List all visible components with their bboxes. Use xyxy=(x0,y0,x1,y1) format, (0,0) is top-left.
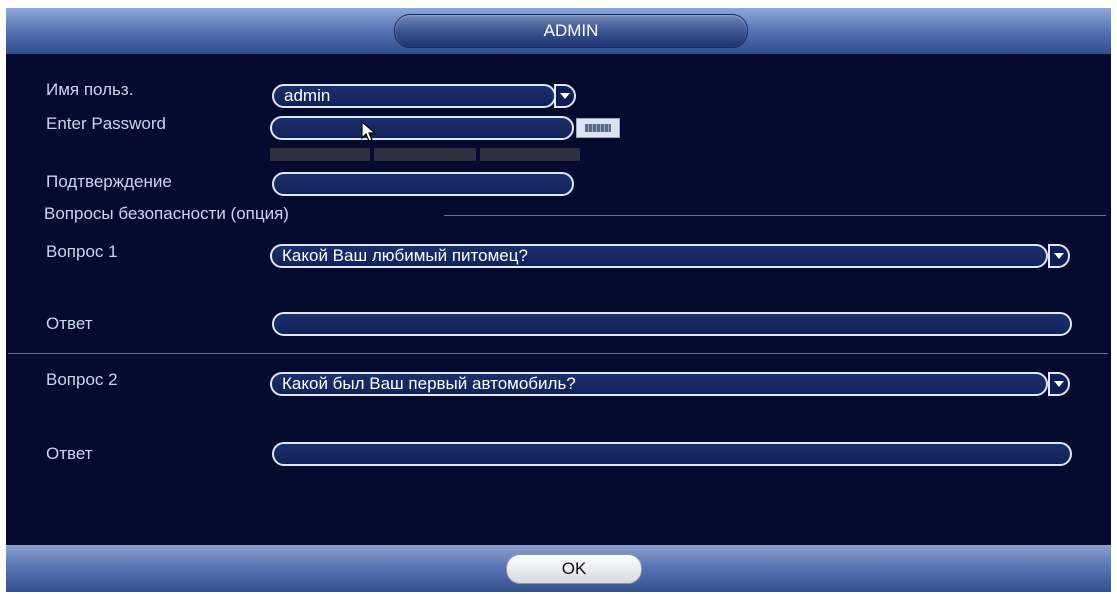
confirm-label: Подтверждение xyxy=(46,172,172,191)
ok-button[interactable]: OK xyxy=(506,554,642,584)
question1-dropdown-button[interactable] xyxy=(1048,244,1070,268)
password-strength-segment xyxy=(374,148,476,161)
section-divider xyxy=(444,215,1106,216)
title-bar: ADMIN xyxy=(6,8,1111,54)
admin-dialog: ADMIN Имя польз. admin Enter Password По… xyxy=(6,8,1111,592)
question1-select[interactable]: Какой Ваш любимый питомец? xyxy=(270,244,1048,268)
mouse-cursor-icon xyxy=(361,120,377,142)
username-dropdown-button[interactable] xyxy=(554,84,576,108)
keyboard-icon[interactable] xyxy=(576,118,620,138)
question1-label: Вопрос 1 xyxy=(46,242,118,261)
chevron-down-icon xyxy=(1054,253,1064,259)
security-questions-heading: Вопросы безопасности (опция) xyxy=(44,204,289,223)
question2-dropdown-button[interactable] xyxy=(1048,372,1070,396)
answer1-label: Ответ xyxy=(46,314,93,333)
username-label: Имя польз. xyxy=(46,80,134,99)
answer2-label: Ответ xyxy=(46,444,93,463)
answer1-field[interactable] xyxy=(272,312,1072,336)
confirm-password-field[interactable] xyxy=(272,172,574,196)
chevron-down-icon xyxy=(1054,381,1064,387)
question2-label: Вопрос 2 xyxy=(46,370,118,389)
password-strength-segment xyxy=(270,148,370,161)
question2-select[interactable]: Какой был Ваш первый автомобиль? xyxy=(270,372,1048,396)
dialog-title: ADMIN xyxy=(394,14,748,48)
password-label: Enter Password xyxy=(46,114,166,133)
chevron-down-icon xyxy=(560,93,570,99)
password-strength-segment xyxy=(480,148,580,161)
keyboard-keys-glyph xyxy=(585,124,611,132)
answer2-field[interactable] xyxy=(272,442,1072,466)
username-select[interactable]: admin xyxy=(272,84,556,108)
footer-bar: OK xyxy=(6,545,1111,592)
row-divider xyxy=(8,353,1108,354)
password-field[interactable] xyxy=(270,116,574,140)
